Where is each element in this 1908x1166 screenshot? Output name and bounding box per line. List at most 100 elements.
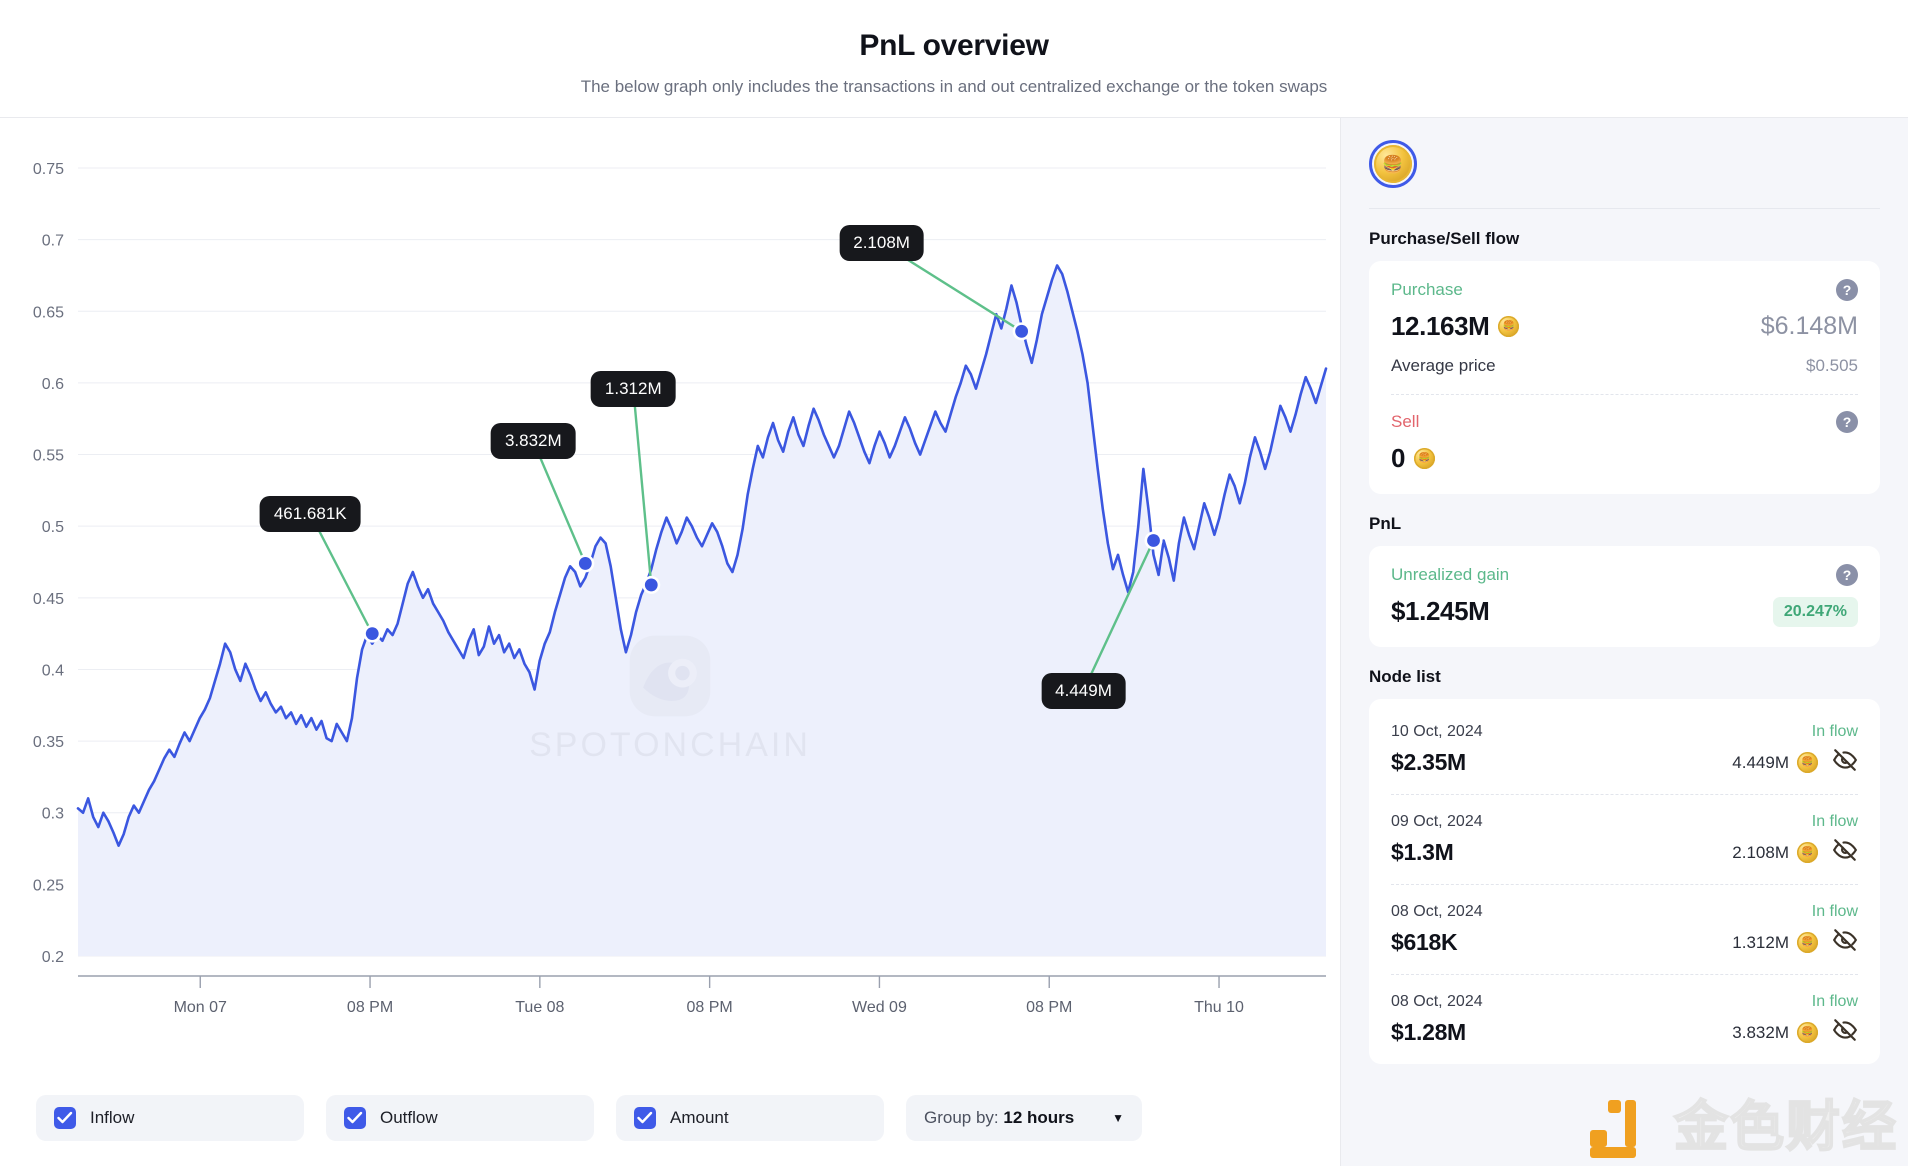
check-icon [637,1111,653,1125]
hide-node-eye-off-icon[interactable] [1832,837,1858,868]
chart-annotation-callout: 3.832M [491,423,576,459]
node-top-row: 08 Oct, 2024In flow [1391,903,1858,921]
node-date: 09 Oct, 2024 [1391,813,1483,831]
y-axis-tick-label: 0.3 [42,806,64,823]
amount-label: Amount [670,1108,729,1128]
purchase-header-row: Purchase ? [1391,279,1858,301]
check-icon [57,1111,73,1125]
node-bottom-row: $618K1.312M🍔 [1391,927,1858,958]
annotation-leader-line [533,441,585,563]
sell-help-icon[interactable]: ? [1836,411,1858,433]
chart-annotation-callout: 461.681K [260,496,361,532]
node-list: 10 Oct, 2024In flow$2.35M4.449M🍔09 Oct, … [1369,699,1880,1064]
outflow-checkbox[interactable] [344,1107,366,1129]
purchase-label: Purchase [1391,280,1463,300]
chart-toolbar: Inflow Outflow A [0,1070,1340,1166]
node-bottom-row: $1.28M 3.832M🍔 [1391,1017,1858,1048]
x-axis-tick-label: 08 PM [687,999,733,1016]
chevron-down-icon: ▼ [1112,1111,1124,1125]
node-usd-value: $1.3M [1391,839,1453,866]
pnl-line-chart[interactable]: 0.750.70.650.60.550.50.450.40.350.30.250… [0,118,1340,1070]
node-token-amount: 4.449M 🍔 [1732,752,1818,773]
annotation-leader-line [633,389,651,585]
y-axis-tick-label: 0.55 [33,448,64,465]
node-list-item[interactable]: 09 Oct, 2024 In flow $1.3M 2.108M 🍔 [1391,794,1858,884]
node-top-row: 10 Oct, 2024 In flow [1391,723,1858,741]
node-list-item[interactable]: 08 Oct, 2024In flow $618K1.312M🍔 [1391,884,1858,974]
annotation-marker[interactable] [1015,325,1028,338]
inflow-checkbox[interactable] [54,1107,76,1129]
y-axis-tick-label: 0.2 [42,949,64,966]
y-axis-tick-label: 0.5 [42,519,64,536]
node-date: 08 Oct, 2024 [1391,993,1483,1011]
node-right-group: 2.108M 🍔 [1732,837,1858,868]
node-list-item[interactable]: 08 Oct, 2024In flow $1.28M 3.832M🍔 [1391,974,1858,1064]
node-date: 10 Oct, 2024 [1391,723,1483,741]
token-avatar[interactable]: 🍔 [1369,140,1417,188]
annotation-leader-line [310,514,372,634]
purchase-help-icon[interactable]: ? [1836,279,1858,301]
node-bottom-row: $1.3M 2.108M 🍔 [1391,837,1858,868]
node-token-amount: 2.108M 🍔 [1732,842,1818,863]
y-axis-tick-label: 0.65 [33,304,64,321]
average-price-value: $0.505 [1806,356,1858,376]
node-bottom-row: $2.35M4.449M🍔 [1391,747,1858,778]
hide-node-eye-off-icon[interactable] [1832,927,1858,958]
x-axis-tick-label: Thu 10 [1194,999,1244,1016]
coin-glyph-icon: 🍔 [1382,156,1403,173]
node-usd-value: $1.28M [1391,1019,1466,1046]
node-token-amount: 3.832M🍔 [1732,1022,1818,1043]
purchase-amount: 12.163M [1391,311,1489,342]
toggle-outflow[interactable]: Outflow [326,1095,594,1141]
node-flow-type: In flow [1812,723,1858,741]
pnl-card: Unrealized gain ? $1.245M 20.247% [1369,546,1880,647]
group-by-text: Group by: 12 hours [924,1108,1074,1128]
token-coin-icon-small: 🍔 [1797,842,1818,863]
chart-annotation-callout: 2.108M [839,225,924,261]
node-amount-text: 2.108M [1732,843,1789,863]
chart-area[interactable]: 0.750.70.650.60.550.50.450.40.350.30.250… [0,118,1340,1070]
node-list-section-title: Node list [1369,667,1880,687]
y-axis-tick-label: 0.75 [33,161,64,178]
y-axis-tick-label: 0.6 [42,376,64,393]
annotation-marker[interactable] [1147,534,1160,547]
average-price-label: Average price [1391,356,1496,376]
annotation-marker[interactable] [645,579,658,592]
chart-column: 0.750.70.650.60.550.50.450.40.350.30.250… [0,118,1340,1166]
node-token-amount: 1.312M🍔 [1732,932,1818,953]
node-flow-type: In flow [1812,813,1858,831]
node-list-item[interactable]: 10 Oct, 2024In flow$2.35M4.449M🍔 [1391,705,1858,794]
y-axis-tick-label: 0.35 [33,734,64,751]
token-coin-icon: 🍔 [1374,145,1412,183]
annotation-marker[interactable] [366,627,379,640]
purchase-value-row: 12.163M 🍔 $6.148M [1391,311,1858,342]
node-top-row: 09 Oct, 2024 In flow [1391,813,1858,831]
node-top-row: 08 Oct, 2024In flow [1391,993,1858,1011]
chart-area-fill [78,265,1326,956]
amount-checkbox[interactable] [634,1107,656,1129]
page-body: 0.750.70.650.60.550.50.450.40.350.30.250… [0,118,1908,1166]
token-coin-icon-small: 🍔 [1498,316,1519,337]
pnl-overview-page: PnL overview The below graph only includ… [0,0,1908,1166]
group-by-dropdown[interactable]: Group by: 12 hours ▼ [906,1095,1142,1141]
y-axis-tick-label: 0.45 [33,591,64,608]
toggle-inflow[interactable]: Inflow [36,1095,304,1141]
y-axis-tick-label: 0.7 [42,233,64,250]
node-amount-text: 4.449M [1732,753,1789,773]
toggle-amount[interactable]: Amount [616,1095,884,1141]
x-axis-tick-label: Mon 07 [174,999,227,1016]
page-subtitle: The below graph only includes the transa… [581,77,1328,97]
hide-node-eye-off-icon[interactable] [1832,1017,1858,1048]
token-coin-icon-small: 🍔 [1797,752,1818,773]
sell-amount: 0 [1391,443,1405,474]
page-title: PnL overview [859,29,1048,63]
card-divider [1391,394,1858,395]
x-axis-tick-label: Wed 09 [852,999,907,1016]
pnl-help-icon[interactable]: ? [1836,564,1858,586]
group-by-prefix: Group by: [924,1108,999,1127]
sell-value-row: 0 🍔 [1391,443,1858,474]
hide-node-eye-off-icon[interactable] [1832,747,1858,778]
details-panel: 🍔 Purchase/Sell flow Purchase ? 12.163M … [1340,118,1908,1166]
annotation-marker[interactable] [579,557,592,570]
x-axis-tick-label: 08 PM [347,999,393,1016]
